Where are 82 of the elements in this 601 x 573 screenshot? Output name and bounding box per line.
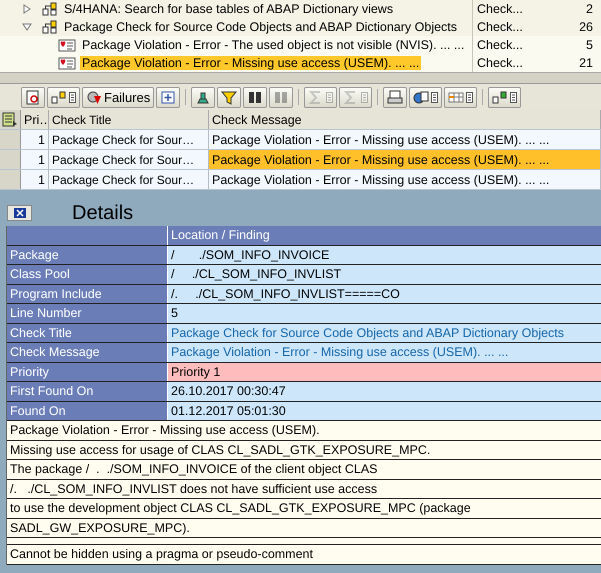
field-label: Priority xyxy=(7,362,168,381)
check-type: Check... xyxy=(476,20,524,34)
field-label: First Found On xyxy=(7,382,168,400)
tree-item[interactable]: Package Violation - Error - Missing use access (USEM). ... ... xyxy=(80,56,422,70)
toolbar-button[interactable] xyxy=(488,86,522,108)
table-cell: Package Check for Sour… xyxy=(49,170,209,189)
toolbar-button[interactable] xyxy=(243,86,268,108)
printer-icon xyxy=(387,90,404,104)
expand-icon[interactable] xyxy=(22,4,32,14)
field-label: Package xyxy=(7,246,168,264)
table-cell: 1 xyxy=(21,130,49,149)
toolbar-button[interactable] xyxy=(383,86,408,108)
note-line: Cannot be hidden using a pragma or pseudo-comment xyxy=(7,545,601,564)
toolbar-button[interactable] xyxy=(444,86,478,108)
message-line: /. ./CL_SOM_INFO_INVLIST does not have sufficient use access xyxy=(7,480,601,499)
table-cell[interactable]: Package Violation - Error - Missing use access (USEM). ... ... xyxy=(209,150,601,169)
field-label: Class Pool xyxy=(7,265,168,284)
field-label: Found On xyxy=(7,402,168,420)
close-icon xyxy=(14,208,26,218)
field-value: Priority 1 xyxy=(168,362,601,381)
check-type: Check... xyxy=(476,38,524,52)
column-header[interactable]: Check Title xyxy=(49,110,209,129)
tree-item[interactable]: S/4HANA: Search for base tables of ABAP Dictionary views xyxy=(62,2,396,16)
toolbar-button[interactable] xyxy=(21,86,45,108)
field-value: / ./SOM_INFO_INVOICE xyxy=(168,246,601,264)
field-label: Check Title xyxy=(7,324,168,342)
dropdown-icon xyxy=(361,92,368,102)
message-icon xyxy=(58,38,76,52)
layout-icon[interactable] xyxy=(2,112,18,127)
field-label: Check Message xyxy=(7,343,168,362)
dropdown-icon xyxy=(510,92,518,102)
toolbar-button[interactable] xyxy=(47,86,80,108)
field-value: 5 xyxy=(168,304,601,322)
field-value: /. ./CL_SOM_INFO_INVLIST=====CO xyxy=(168,284,601,303)
count: 26 xyxy=(578,20,593,34)
dropdown-icon xyxy=(431,92,438,102)
dropdown-icon xyxy=(466,92,474,102)
table-cell: 1 xyxy=(21,170,49,189)
column-header[interactable]: Check Message xyxy=(209,110,601,129)
message-line: Package Violation - Error - Missing use access (USEM). xyxy=(7,421,601,440)
toolbar-button[interactable] xyxy=(156,86,180,108)
add-icon xyxy=(160,90,176,104)
failures-button[interactable]: Failures xyxy=(82,86,154,108)
table-cell: Package Check for Sour… xyxy=(49,130,209,149)
table-cell[interactable]: Package Violation - Error - Missing use access (USEM). ... ... xyxy=(209,170,601,189)
close-button[interactable] xyxy=(7,205,32,221)
table-cell: 1 xyxy=(21,150,49,169)
toolbar-button[interactable] xyxy=(191,86,216,108)
field-value: / ./CL_SOM_INFO_INVLIST xyxy=(168,265,601,284)
field-label: Line Number xyxy=(7,304,168,322)
message-line: SADL_GW_EXPOSURE_MPC). xyxy=(7,518,601,538)
field-value: 26.10.2017 00:30:47 xyxy=(168,382,601,400)
field-label: Program Include xyxy=(7,284,168,303)
check-type: Check... xyxy=(476,56,524,70)
table-cell: Package Check for Sour… xyxy=(49,150,209,169)
collapse-icon[interactable] xyxy=(22,22,32,32)
hierarchy-icon xyxy=(51,90,67,104)
message-icon xyxy=(58,56,76,70)
column-header[interactable]: Pri… xyxy=(21,110,49,129)
field-value: 01.12.2017 05:01:30 xyxy=(168,402,601,420)
field-value[interactable]: Package Check for Source Code Objects and ABAP Dictionary Objects xyxy=(168,324,601,342)
check-type: Check... xyxy=(476,2,524,16)
column-header: Location / Finding xyxy=(168,226,601,244)
toolbar-button[interactable] xyxy=(409,86,442,108)
field-value[interactable]: Package Violation - Error - Missing use access (USEM). ... ... xyxy=(168,343,601,362)
hierarchy-icon xyxy=(42,2,58,16)
count: 21 xyxy=(578,56,593,70)
message-line: Missing use access for usage of CLAS CL_SADL_GTK_EXPOSURE_MPC. xyxy=(7,440,601,460)
tree-item[interactable]: Package Check for Source Code Objects and ABAP Dictionary Objects xyxy=(62,20,460,34)
message-line: The package / . ./SOM_INFO_INVOICE of the client object CLAS xyxy=(7,460,601,480)
layout-icon xyxy=(448,90,464,104)
tree-item[interactable]: Package Violation - Error - The used object is not visible (NVIS). ... ... xyxy=(80,38,466,52)
table-cell[interactable]: Package Violation - Error - Missing use access (USEM). ... ... xyxy=(209,130,601,149)
hierarchy-icon xyxy=(42,20,58,34)
dropdown-icon xyxy=(69,92,76,102)
dropdown-icon xyxy=(326,92,334,102)
toolbar-button[interactable] xyxy=(217,86,242,108)
count: 5 xyxy=(585,38,593,52)
count: 2 xyxy=(585,2,593,16)
filter-icon xyxy=(221,90,238,104)
details-title: Details xyxy=(72,202,134,224)
message-line: to use the development object CLAS CL_SADL_GTK_EXPOSURE_MPC (package xyxy=(7,499,601,518)
